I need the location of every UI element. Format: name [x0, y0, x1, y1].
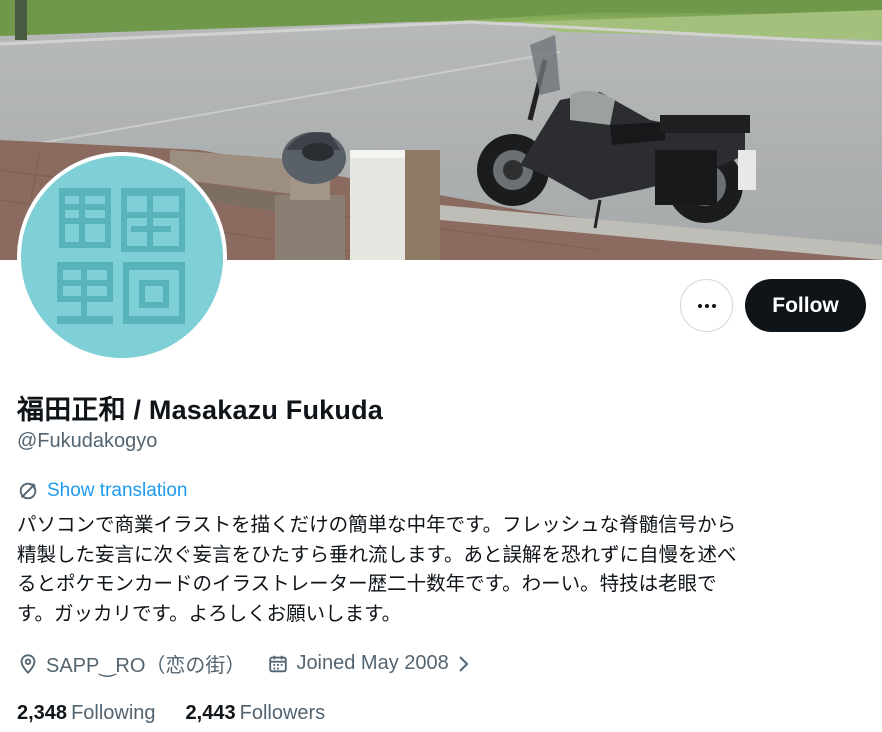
more-dots-icon — [697, 303, 716, 308]
more-options-button[interactable] — [680, 279, 733, 332]
follow-stats: 2,348 Following 2,443 Followers — [17, 702, 355, 725]
location: SAPP‿RO（恋の街） — [17, 649, 245, 678]
location-pin-icon — [20, 653, 36, 674]
show-translation-label: Show translation — [47, 480, 188, 501]
avatar-image — [21, 156, 223, 358]
location-text: SAPP‿RO（恋の街） — [46, 655, 246, 677]
follow-button[interactable]: Follow — [745, 279, 866, 332]
calendar-icon — [269, 655, 288, 672]
display-name: 福田正和 / Masakazu Fukuda — [17, 395, 383, 425]
bio-line: 精製した妄言に次ぐ妄言をひたすら垂れ流します。あと誤解を恐れずに自慢を述べ — [17, 543, 737, 566]
bio-line: パソコンで商業イラストを描くだけの簡単な中年です。フレッシュな脊髄信号から — [17, 514, 737, 536]
following-count: 2,348 — [17, 702, 68, 724]
profile-meta: SAPP‿RO（恋の街） Joined May 2008 — [17, 649, 494, 678]
avatar[interactable] — [17, 152, 227, 362]
followers-label: Followers — [239, 702, 326, 724]
seal-logo-icon — [21, 156, 223, 358]
bio: パソコンで商業イラストを描くだけの簡単な中年です。フレッシュな脊髄信号から 精製… — [17, 511, 867, 629]
following-link[interactable]: 2,348 Following — [17, 702, 156, 725]
joined-text: Joined May 2008 — [296, 652, 449, 674]
followers-link[interactable]: 2,443 Followers — [186, 702, 326, 725]
followers-count: 2,443 — [185, 702, 236, 724]
bio-line: るとポケモンカードのイラストレーター歴二十数年です。わーい。特技は老眼で — [17, 573, 717, 595]
show-translation-link[interactable]: Show translation — [17, 480, 187, 502]
chevron-right-icon — [459, 655, 469, 672]
translate-icon — [19, 482, 37, 500]
following-label: Following — [71, 702, 156, 724]
user-handle: @Fukudakogyo — [17, 430, 158, 452]
bio-line: す。ガッカリです。よろしくお願いします。 — [17, 602, 402, 625]
joined-date[interactable]: Joined May 2008 — [267, 652, 471, 675]
